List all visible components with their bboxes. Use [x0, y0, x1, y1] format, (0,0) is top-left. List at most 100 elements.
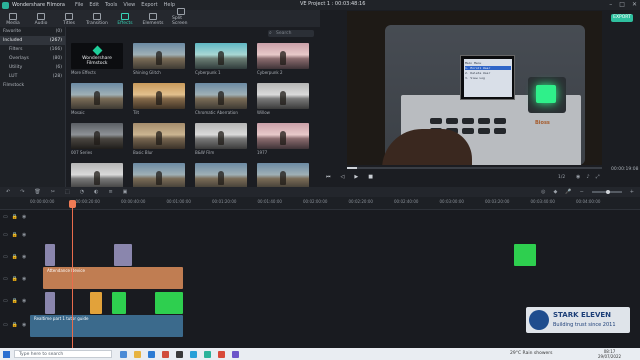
zoom-in-icon[interactable]: + [630, 189, 634, 195]
menu-file[interactable]: File [75, 2, 83, 8]
library-item-lut[interactable]: LUT (28) [0, 72, 65, 81]
visibility-icon[interactable]: ◉ [22, 254, 26, 260]
track-type-icon[interactable]: ▭ [3, 276, 8, 282]
tab-split-screen[interactable]: Split Screen [172, 8, 190, 27]
audio-mixer-icon[interactable]: ≡ [108, 189, 112, 195]
step-back-icon[interactable]: ◁ [341, 174, 345, 180]
volume-icon[interactable]: ♪ [586, 174, 589, 180]
element-clip[interactable] [90, 292, 102, 314]
effect-card[interactable]: 1977 [257, 123, 309, 155]
tab-transition[interactable]: Transition [86, 13, 108, 27]
marker-icon[interactable]: ◆ [554, 189, 558, 195]
effect-card[interactable] [71, 163, 123, 190]
taskbar-search-input[interactable]: Type here to search [14, 350, 112, 358]
visibility-icon[interactable]: ◉ [22, 276, 26, 282]
effects-search-input[interactable]: ⌕ Search [268, 30, 314, 37]
app-icon[interactable] [218, 350, 225, 358]
weather-widget[interactable]: 29°C Rain showers [510, 351, 552, 356]
timeline-ruler[interactable]: 00:00:00:00 00:00:20:00 00:00:40:00 00:01:0… [0, 197, 640, 210]
effect-card[interactable] [195, 163, 247, 190]
audio-clip[interactable]: Attendance Device [43, 267, 183, 289]
speed-icon[interactable]: ◔ [80, 189, 84, 195]
track-type-icon[interactable]: ▭ [3, 322, 8, 328]
track-type-icon[interactable]: ▭ [3, 232, 8, 238]
color-icon[interactable]: ◐ [94, 189, 98, 195]
effect-card[interactable] [133, 163, 185, 190]
lock-icon[interactable]: 🔒 [12, 276, 18, 282]
effect-card[interactable]: Wondershare Filmstock More Effects [71, 43, 123, 75]
taskbar-clock[interactable]: 08:17 29/07/2022 [598, 349, 621, 359]
snapshot-icon[interactable]: ◉ [576, 174, 580, 180]
menu-edit[interactable]: Edit [89, 2, 99, 8]
tab-effects[interactable]: Effects [116, 13, 134, 27]
file-explorer-icon[interactable] [134, 350, 141, 358]
track-header[interactable]: ▭ 🔒 ◉ [0, 276, 40, 282]
title-clip[interactable] [114, 244, 132, 266]
visibility-icon[interactable]: ◉ [22, 232, 26, 238]
playback-quality[interactable]: 1/2 [558, 175, 565, 180]
track-header[interactable]: ▭ 🔒 ◉ [0, 298, 40, 304]
lock-icon[interactable]: 🔒 [12, 322, 18, 328]
library-item-overlays[interactable]: Overlays (80) [0, 54, 65, 63]
cut-icon[interactable]: ✂ [51, 189, 55, 195]
minimize-button[interactable]: – [609, 1, 612, 8]
maximize-button[interactable]: □ [619, 1, 625, 8]
stop-icon[interactable]: ■ [368, 174, 373, 180]
library-item-favorite[interactable]: Favorite (0) [0, 27, 65, 36]
menu-view[interactable]: View [123, 2, 135, 8]
green-clip[interactable] [514, 244, 536, 266]
library-item-utility[interactable]: Utility (6) [0, 63, 65, 72]
export-button[interactable]: EXPORT [611, 14, 633, 22]
tab-titles[interactable]: Titles [60, 13, 78, 27]
filmora-taskbar-icon[interactable] [204, 350, 211, 358]
visibility-icon[interactable]: ◉ [22, 322, 26, 328]
effect-card[interactable]: Mosaic [71, 83, 123, 115]
delete-icon[interactable]: 🗑 [34, 189, 40, 195]
track-type-icon[interactable]: ▭ [3, 214, 8, 220]
visibility-icon[interactable]: ◉ [22, 214, 26, 220]
edge-icon[interactable] [148, 350, 155, 358]
windows-start-icon[interactable] [3, 350, 10, 358]
skip-back-icon[interactable]: ⏮ [326, 174, 331, 180]
track-header[interactable]: ▭ 🔒 ◉ [0, 254, 40, 260]
redo-icon[interactable]: ↷ [20, 189, 24, 195]
tab-elements[interactable]: Elements [143, 13, 164, 27]
menu-tools[interactable]: Tools [105, 2, 117, 8]
zoom-out-icon[interactable]: − [580, 189, 584, 195]
video-clip[interactable]: Realtime part 1 tutor guide [30, 315, 183, 337]
effect-card[interactable]: Cyberpunk 2 [257, 43, 309, 75]
fullscreen-icon[interactable]: ⤢ [596, 174, 600, 180]
lock-icon[interactable]: 🔒 [12, 232, 18, 238]
tab-audio[interactable]: Audio [32, 13, 50, 27]
effect-card[interactable]: B&W Film [195, 123, 247, 155]
timeline-playhead[interactable] [69, 200, 76, 348]
mail-icon[interactable] [190, 350, 197, 358]
preview-scrubber[interactable] [347, 167, 602, 169]
effect-card[interactable]: Basic Blur [133, 123, 185, 155]
library-item-filters[interactable]: Filters (166) [0, 45, 65, 54]
track-type-icon[interactable]: ▭ [3, 298, 8, 304]
task-view-icon[interactable] [120, 350, 127, 358]
effect-card[interactable]: Tilt [133, 83, 185, 115]
effect-card[interactable]: Chromatic Aberration [195, 83, 247, 115]
menu-export[interactable]: Export [141, 2, 157, 8]
play-icon[interactable]: ▶ [354, 174, 358, 180]
zoom-slider[interactable] [591, 190, 622, 194]
tab-media[interactable]: Media [4, 13, 22, 27]
effect-card[interactable]: Cyberpunk 1 [195, 43, 247, 75]
undo-icon[interactable]: ↶ [6, 189, 10, 195]
track-type-icon[interactable]: ▭ [3, 254, 8, 260]
effect-card[interactable]: Shining Glitch [133, 43, 185, 75]
effect-card[interactable]: Willow [257, 83, 309, 115]
crop-icon[interactable]: ⬚ [65, 189, 70, 195]
effect-card[interactable] [257, 163, 309, 190]
store-icon[interactable] [176, 350, 183, 358]
effect-card[interactable]: 007 Series [71, 123, 123, 155]
title-clip[interactable] [45, 292, 55, 314]
chrome-icon[interactable] [162, 350, 169, 358]
green-clip[interactable] [112, 292, 126, 314]
track-header[interactable]: ▭ 🔒 ◉ [0, 214, 40, 220]
app-icon[interactable] [232, 350, 239, 358]
library-item-filmstock[interactable]: Filmstock [0, 81, 65, 90]
green-clip[interactable] [155, 292, 183, 314]
